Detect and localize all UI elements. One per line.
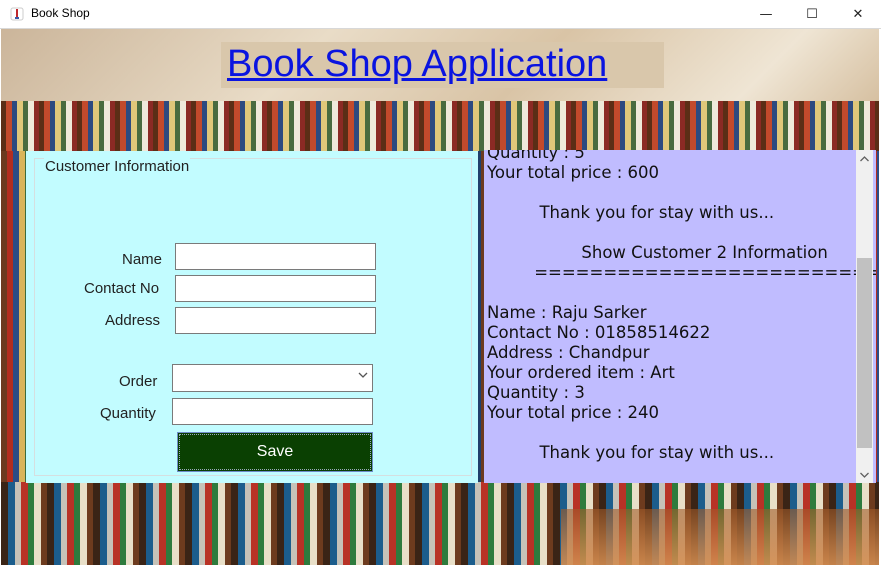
address-label: Address	[105, 312, 161, 329]
chevron-down-icon	[358, 369, 368, 383]
output-line: Address : Chandpur	[487, 343, 650, 362]
output-line: Name : Raju Sarker	[487, 303, 647, 322]
output-line: Contact No : 01858514622	[487, 323, 711, 342]
output-line: Quantity : 3	[487, 383, 585, 402]
save-button[interactable]: Save	[177, 432, 373, 472]
scroll-up-arrow[interactable]	[856, 150, 873, 167]
name-label: Name	[122, 251, 163, 268]
minimize-icon: —	[759, 6, 773, 22]
scroll-thumb[interactable]	[857, 258, 872, 448]
output-line: Thank you for stay with us...	[487, 443, 775, 462]
app-client-area: Book Shop Application Customer Informati…	[1, 29, 879, 565]
output-line: Show Customer 2 Information	[487, 243, 828, 262]
output-text: Quantity : 5 Your total price : 600 Thank…	[487, 150, 876, 463]
app-heading: Book Shop Application	[227, 43, 608, 85]
maximize-button[interactable]: ☐	[789, 0, 835, 28]
output-line: Your ordered item : Art	[487, 363, 675, 382]
minimize-button[interactable]: —	[743, 0, 789, 28]
floor-background	[561, 509, 879, 565]
output-line: Your total price : 240	[487, 403, 660, 422]
output-line: Your total price : 600	[487, 163, 660, 182]
maximize-icon: ☐	[806, 6, 818, 22]
order-select[interactable]	[172, 364, 373, 392]
output-scrollbar[interactable]	[856, 150, 873, 483]
close-button[interactable]: ✕	[835, 0, 881, 28]
customer-panel: Customer Information Name Contact No Add…	[26, 151, 478, 483]
close-icon: ✕	[852, 6, 864, 22]
quantity-field[interactable]	[172, 398, 373, 425]
customer-output-panel[interactable]: Quantity : 5 Your total price : 600 Thank…	[484, 150, 876, 483]
output-line: Quantity : 5	[487, 150, 585, 162]
scroll-down-arrow[interactable]	[856, 466, 873, 483]
contact-field[interactable]	[175, 275, 376, 302]
address-field[interactable]	[175, 307, 376, 334]
quantity-label: Quantity	[100, 405, 156, 422]
window-title: Book Shop	[31, 6, 90, 20]
contact-label: Contact No	[84, 280, 160, 297]
window-titlebar: Book Shop — ☐ ✕	[0, 0, 881, 29]
output-line: ==============================	[534, 263, 876, 282]
order-label: Order	[119, 373, 158, 390]
output-line: Thank you for stay with us...	[487, 203, 775, 222]
group-label: Customer Information	[44, 158, 191, 175]
app-icon	[10, 7, 24, 21]
bookshelf-background-top	[1, 101, 879, 151]
name-field[interactable]	[175, 243, 376, 270]
